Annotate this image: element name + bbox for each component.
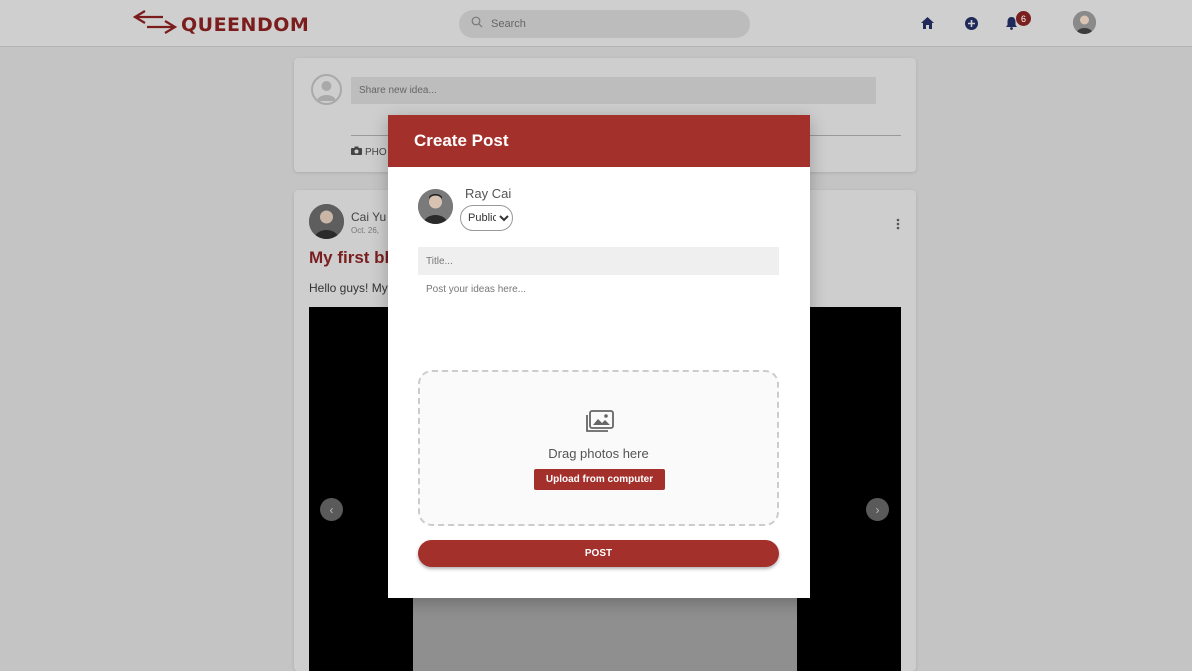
- notification-badge: 6: [1016, 11, 1031, 26]
- home-icon[interactable]: [919, 15, 935, 31]
- post-title[interactable]: My first bl: [309, 248, 389, 268]
- post-body: Hello guys! My: [309, 281, 388, 295]
- post-content-textarea[interactable]: [418, 280, 779, 360]
- more-options-icon[interactable]: [896, 217, 900, 235]
- search-input[interactable]: [491, 18, 721, 30]
- photo-button-label: PHO: [365, 146, 387, 158]
- profile-avatar[interactable]: [1073, 11, 1096, 34]
- carousel-next-button[interactable]: ›: [866, 498, 889, 521]
- modal-title: Create Post: [414, 131, 509, 150]
- post-author-avatar[interactable]: [309, 204, 344, 239]
- swap-arrows-icon: [132, 8, 178, 41]
- post-title-input[interactable]: [418, 247, 779, 275]
- camera-icon: [351, 146, 362, 158]
- photo-dropzone[interactable]: Drag photos here Upload from computer: [418, 370, 779, 526]
- carousel-prev-button[interactable]: ‹: [320, 498, 343, 521]
- photo-button[interactable]: PHO: [351, 146, 387, 158]
- photos-icon: [586, 410, 614, 437]
- chevron-left-icon: ‹: [329, 502, 334, 517]
- add-post-icon[interactable]: [963, 15, 979, 31]
- top-nav-bar: QUEENDOM 6: [0, 0, 1192, 47]
- user-avatar-placeholder: [311, 74, 342, 105]
- upload-from-computer-button[interactable]: Upload from computer: [534, 469, 665, 490]
- logo-text: QUEENDOM: [181, 13, 310, 36]
- post-image: [413, 597, 797, 671]
- create-post-modal: Create Post Ray Cai Public Drag photos h…: [388, 115, 810, 598]
- queendom-logo[interactable]: QUEENDOM: [132, 8, 310, 41]
- post-date: Oct. 26,: [351, 226, 380, 235]
- post-author-name[interactable]: Cai Yu: [351, 210, 386, 224]
- share-idea-input[interactable]: [351, 77, 876, 104]
- modal-user-avatar: [418, 189, 453, 224]
- search-bar[interactable]: [459, 10, 750, 38]
- modal-user-name: Ray Cai: [465, 186, 512, 201]
- drag-photos-text: Drag photos here: [548, 446, 649, 461]
- post-submit-button[interactable]: POST: [418, 540, 779, 567]
- search-icon: [471, 15, 483, 33]
- chevron-right-icon: ›: [875, 502, 880, 517]
- modal-header: Create Post: [388, 115, 810, 167]
- privacy-select[interactable]: Public: [460, 205, 513, 231]
